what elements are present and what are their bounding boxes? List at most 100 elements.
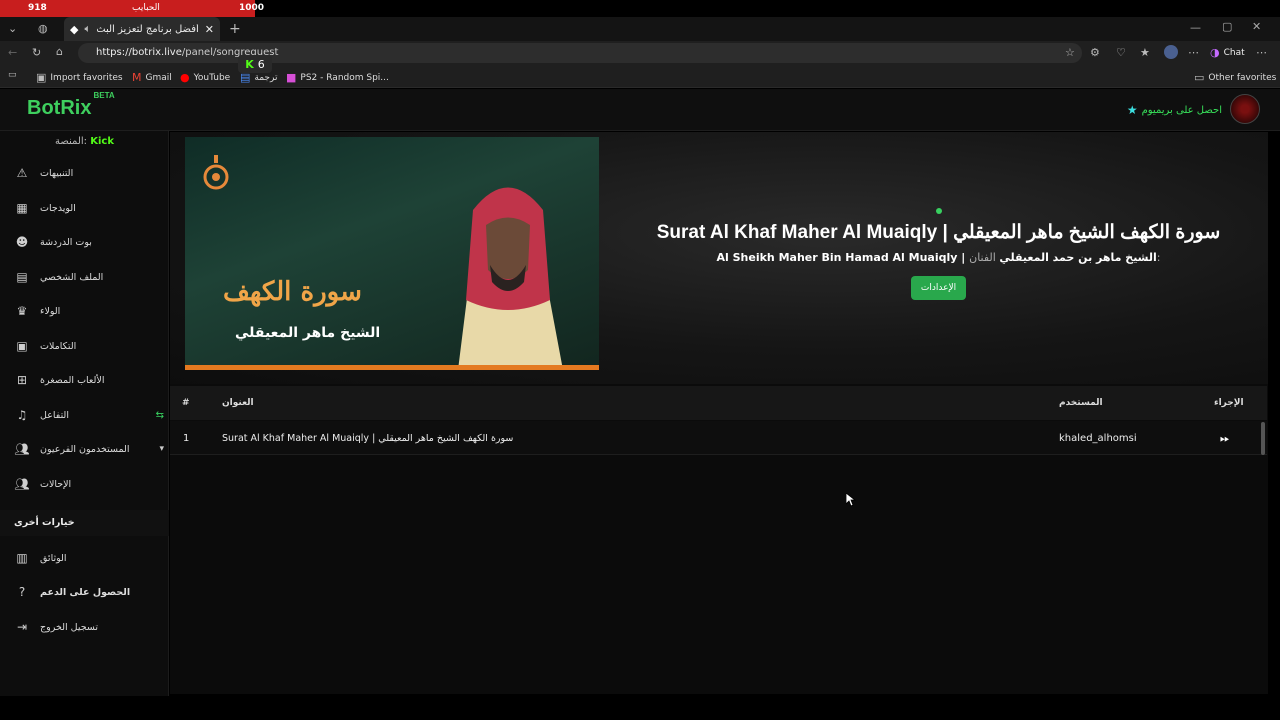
overlay-left-value: 918 — [28, 3, 47, 13]
col-user: المستخدم — [1059, 398, 1103, 408]
home-icon[interactable]: ⌂ — [56, 45, 63, 58]
col-action: الإجراء — [1214, 398, 1244, 408]
extensions-icon[interactable]: ⚙ — [1090, 46, 1100, 59]
platform-value: Kick — [90, 136, 114, 147]
user-avatar[interactable] — [1230, 94, 1260, 124]
scrollbar[interactable] — [1261, 422, 1265, 455]
overlay-progress-bar: 918 الحبايب 1000 — [0, 0, 264, 17]
id-card-icon: ▤ — [16, 270, 28, 284]
address-row: ← ↻ ⌂ https://botrix.live/panel/songrequ… — [0, 41, 1280, 65]
active-tab[interactable]: ◆ 🔈︎ أفضل برنامج لتعزيز البث المباشر ✕ — [64, 17, 220, 41]
song-request-panel: سورة الكهف الشيخ ماهر المعيقلي Surat Al … — [170, 132, 1268, 694]
folder-icon: ▭ — [1194, 71, 1205, 84]
col-number: # — [182, 398, 190, 408]
cover-title: سورة الكهف — [223, 277, 362, 307]
sidebar: المنصة: Kick ⚠ التنبيهات ▦ الويدجات ☻ بوت ا… — [0, 131, 169, 696]
sidebar-item-interaction[interactable]: ♫ التفاعل ⇆ — [14, 408, 164, 422]
artist-name: Al Sheikh Maher Bin Hamad Al Muaiqly | ا… — [716, 251, 1157, 264]
docs-icon: ▥ — [16, 551, 28, 565]
platform-indicator: المنصة: Kick — [55, 136, 114, 147]
profile-avatar-icon[interactable] — [1164, 45, 1178, 59]
star-icon: ★ — [1126, 103, 1138, 117]
fav-youtube[interactable]: ● YouTube — [180, 71, 230, 84]
kick-icon: K — [245, 57, 254, 71]
collections-icon[interactable]: ★ — [1140, 46, 1150, 59]
sidebar-item-alerts[interactable]: ⚠ التنبيهات — [14, 166, 164, 180]
warning-icon: ⚠ — [16, 166, 28, 180]
address-bar[interactable]: https://botrix.live/panel/songrequest — [78, 43, 1082, 63]
tab-title: أفضل برنامج لتعزيز البث المباشر — [97, 23, 199, 35]
sidebar-item-minigames[interactable]: ⊞ الألعاب المصغرة — [14, 373, 164, 387]
referrals-icon: 👥︎ — [14, 477, 30, 491]
row-title: Surat Al Khaf Maher Al Muaiqly | سورة ال… — [222, 433, 514, 444]
new-tab-icon[interactable]: + — [229, 21, 241, 37]
integrations-icon: ▣ — [16, 339, 28, 353]
other-favorites[interactable]: ▭ Other favorites — [1194, 71, 1276, 84]
favorite-star-icon[interactable]: ☆ — [1065, 46, 1075, 59]
url-host: https://botrix.live — [96, 47, 182, 58]
import-icon: ▣ — [36, 71, 47, 84]
robot-icon: ☻ — [15, 235, 29, 249]
help-icon: ? — [18, 585, 26, 599]
sidebar-item-chatbot[interactable]: ☻ بوت الدردشة — [14, 235, 164, 249]
row-number: 1 — [183, 433, 190, 444]
active-arrows-icon: ⇆ — [155, 409, 164, 421]
row-user: khaled_alhomsi — [1059, 433, 1137, 444]
copilot-chat-button[interactable]: ◑ Chat — [1210, 46, 1245, 59]
sidebar-item-loyalty[interactable]: ♛ الولاء — [14, 304, 164, 318]
tab-list-chevron-icon[interactable]: ⌄ — [8, 22, 17, 35]
ornament-icon — [203, 155, 229, 190]
fav-gmail[interactable]: M Gmail — [132, 71, 172, 84]
gmail-icon: M — [132, 71, 142, 84]
reload-icon[interactable]: ↻ — [32, 46, 41, 59]
fav-ps2[interactable]: ■ PS2 - Random Spi... — [286, 71, 389, 84]
chevron-down-icon: ▾ — [159, 444, 164, 454]
performance-icon[interactable]: ♡ — [1116, 46, 1126, 59]
beta-label: BETA — [93, 91, 115, 101]
settings-button[interactable]: الإعدادات — [911, 276, 966, 300]
back-icon[interactable]: ← — [8, 46, 17, 59]
app-header: BotRixBETA ★ احصل على بريميوم — [0, 89, 1280, 131]
ps2-icon: ■ — [286, 71, 297, 84]
sidebar-item-referrals[interactable]: 👥︎ الإحالات — [14, 477, 164, 491]
mouse-cursor-icon — [846, 493, 856, 507]
now-playing-artist: Al Sheikh Maher Bin Hamad Al Muaiqly | ا… — [630, 251, 1247, 264]
close-tab-icon[interactable]: ✕ — [205, 23, 214, 36]
botrix-logo[interactable]: BotRixBETA — [27, 91, 115, 120]
table-row: 1 Surat Al Khaf Maher Al Muaiqly | سورة … — [170, 421, 1267, 455]
speaker-icon[interactable]: 🔈︎ — [84, 22, 91, 36]
browser-tab-strip: ⌄ ◍ ◆ 🔈︎ أفضل برنامج لتعزيز البث المباشر… — [0, 17, 1280, 41]
kick-notification-badge[interactable]: K 6 — [238, 55, 272, 73]
overlay-right-value: 1000 — [239, 3, 265, 13]
close-window-icon[interactable]: ✕ — [1252, 20, 1261, 33]
sidebar-item-widgets[interactable]: ▦ الويدجات — [14, 201, 164, 215]
sidebar-item-docs[interactable]: ▥ الوثائق — [14, 551, 164, 565]
widgets-icon: ▦ — [16, 201, 28, 215]
fav-import[interactable]: ▣ Import favorites — [36, 71, 123, 84]
skip-forward-icon[interactable]: ⏩︎ — [1220, 431, 1230, 446]
botrix-favicon-icon: ◆ — [70, 22, 79, 36]
maximize-icon[interactable]: ▢ — [1222, 20, 1232, 33]
reading-icon[interactable]: ▭ — [8, 70, 17, 80]
more-icon[interactable]: ⋯ — [1188, 46, 1199, 59]
get-premium-link[interactable]: ★ احصل على بريميوم — [1127, 103, 1222, 117]
globe-icon[interactable]: ◍ — [38, 22, 48, 35]
sidebar-item-profile[interactable]: ▤ الملف الشخصي — [14, 270, 164, 284]
sidebar-item-support[interactable]: ? الحصول على الدعم — [14, 585, 164, 599]
other-options-header: خيارات أخرى — [0, 510, 169, 536]
minimize-icon[interactable]: — — [1190, 21, 1201, 34]
sidebar-item-integrations[interactable]: ▣ التكاملات — [14, 339, 164, 353]
now-playing-title: Surat Al Khaf Maher Al Muaiqly | سورة ال… — [656, 222, 1221, 243]
col-title: العنوان — [222, 398, 254, 408]
song-cover-image: سورة الكهف الشيخ ماهر المعيقلي — [185, 137, 599, 370]
music-icon: ♫ — [16, 408, 28, 422]
now-playing-hero: سورة الكهف الشيخ ماهر المعيقلي Surat Al … — [170, 132, 1268, 384]
kick-badge-count: 6 — [257, 57, 265, 71]
favorites-bar: ▭ ▣ Import favorites M Gmail ● YouTube ▤ ترج… — [0, 65, 1280, 88]
users-icon: 👥︎ — [14, 442, 30, 456]
cover-subtitle: الشيخ ماهر المعيقلي — [235, 325, 381, 341]
sidebar-item-logout[interactable]: ⇥ تسجيل الخروج — [14, 620, 164, 634]
sidebar-toggle-icon[interactable]: ⋯ — [1256, 46, 1267, 59]
gamepad-icon: ⊞ — [16, 373, 28, 387]
sidebar-item-subusers[interactable]: 👥︎ المستخدمون الفرعيون ▾ — [14, 442, 164, 456]
